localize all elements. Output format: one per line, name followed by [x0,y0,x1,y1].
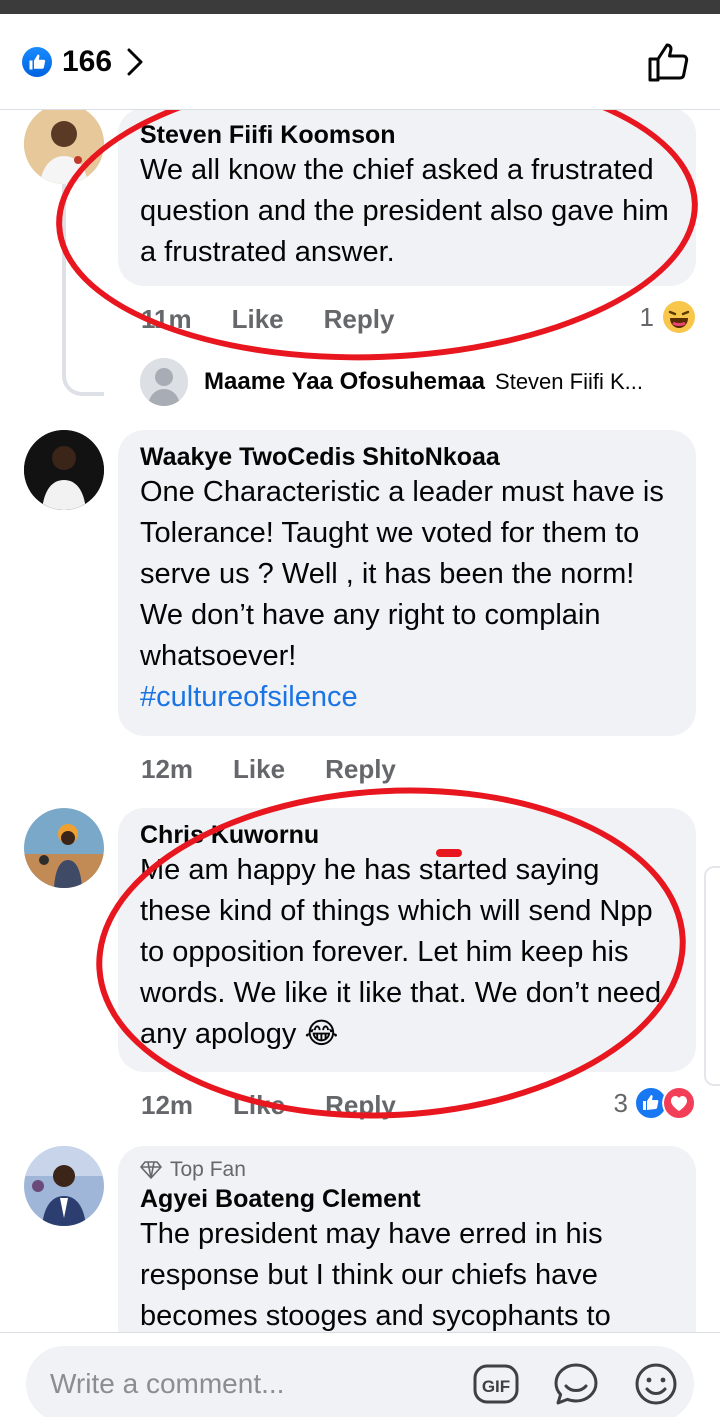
avatar[interactable] [24,1146,104,1226]
svg-text:GIF: GIF [482,1377,510,1396]
comment-text: One Characteristic a leader must have is… [140,476,664,672]
comment-actions: 12m Like Reply [141,754,436,785]
avatar[interactable] [24,104,104,184]
comment-placeholder: Write a comment... [50,1368,285,1399]
hashtag-link[interactable]: #cultureofsilence [140,677,672,718]
like-button[interactable]: Like [233,1090,285,1121]
comment-author[interactable]: Steven Fiifi Koomson [140,120,672,150]
avatar [140,358,188,406]
reaction-count: 3 [613,1087,628,1118]
comment-bubble: Steven Fiifi Koomson We all know the chi… [118,108,696,286]
like-post-icon[interactable] [646,40,690,84]
reaction-count: 1 [639,301,654,332]
emoji-icon[interactable] [632,1360,680,1408]
comment-reactions[interactable]: 1 [640,300,696,334]
reply-preview[interactable]: Maame Yaa Ofosuhemaa Steven Fiifi K... [140,358,700,406]
status-bar-strip [0,0,720,14]
reply-button[interactable]: Reply [325,754,396,785]
comment-actions: 11m Like Reply [141,304,434,335]
comment-reactions[interactable]: 3 [614,1086,696,1120]
comment-bubble: Chris Kuwornu Me am happy he has started… [118,808,696,1072]
comment-actions: 12m Like Reply [141,1090,436,1121]
comment-text: Me am happy he has started saying these … [140,854,662,1050]
comment-author[interactable]: Waakye TwoCedis ShitoNkoaa [140,442,672,472]
chevron-right-icon [127,48,143,76]
comments-header: 166 [0,14,720,110]
love-reaction-icon [662,1086,696,1120]
like-reaction-icon [22,47,52,77]
haha-emoji-icon [663,301,695,333]
comment-author[interactable]: Chris Kuwornu [140,820,672,850]
like-button[interactable]: Like [232,304,284,335]
sticker-icon[interactable] [552,1360,600,1408]
reply-snippet: Steven Fiifi K... [495,369,643,394]
reply-author: Maame Yaa Ofosuhemaa [204,368,486,395]
gif-icon[interactable]: GIF [472,1360,520,1408]
reply-button[interactable]: Reply [325,1090,396,1121]
reaction-count: 166 [62,45,113,78]
avatar[interactable] [24,430,104,510]
comment-input[interactable]: Write a comment... GIF [26,1346,694,1417]
badge-label: Top Fan [170,1158,246,1181]
diamond-icon [140,1161,162,1179]
top-fan-badge: Top Fan [140,1158,672,1182]
like-button[interactable]: Like [233,754,285,785]
comments-sheet: 166 Steven Fiifi Koomson We all know the… [0,14,720,1417]
comment-text: The president may have erred in his resp… [140,1218,611,1332]
reply-button[interactable]: Reply [324,304,395,335]
comment-time: 12m [141,1090,194,1120]
scroll-handle[interactable] [704,866,720,1086]
avatar[interactable] [24,808,104,888]
comment-time: 11m [141,304,192,334]
comment-bubble: Waakye TwoCedis ShitoNkoaa One Character… [118,430,696,736]
comment-text: We all know the chief asked a frustrated… [140,154,669,268]
comment-time: 12m [141,754,194,784]
annotation-mark [436,849,462,857]
comment-composer: Write a comment... GIF [0,1332,720,1417]
reactions-summary[interactable]: 166 [22,44,144,80]
comment-author[interactable]: Agyei Boateng Clement [140,1184,672,1214]
